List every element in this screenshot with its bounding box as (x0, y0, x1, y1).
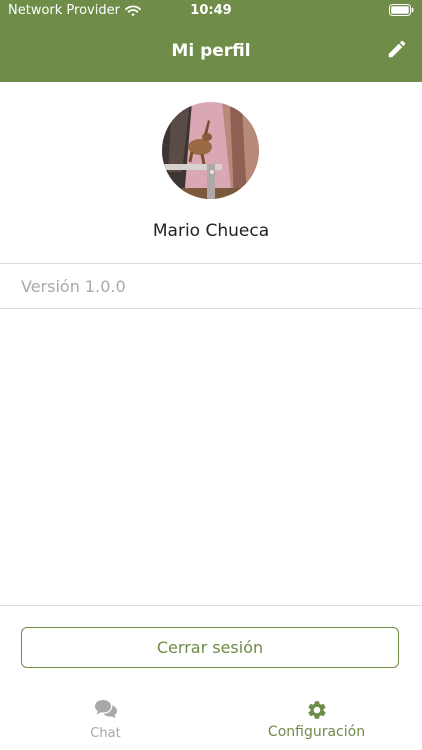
profile-avatar[interactable] (162, 102, 259, 199)
divider (0, 605, 422, 606)
status-time: 10:49 (190, 3, 232, 18)
user-name: Mario Chueca (152, 221, 270, 241)
tab-chat[interactable]: Chat (0, 690, 211, 750)
navigation-bar: Mi perfil (0, 22, 422, 82)
battery-full-icon (389, 4, 414, 16)
status-bar: Network Provider 10:49 (0, 0, 422, 22)
tab-chat-label: Chat (90, 726, 121, 741)
gear-icon (211, 699, 422, 721)
app-version: Versión 1.0.0 (21, 277, 126, 296)
tab-bar: Chat Configuración (0, 690, 422, 750)
version-row: Versión 1.0.0 (0, 264, 422, 308)
profile-screen: Network Provider 10:49 Mi perfil Mario C… (0, 0, 422, 750)
tab-settings-label: Configuración (267, 724, 366, 740)
tab-settings[interactable]: Configuración (211, 690, 422, 750)
chat-bubbles-icon (0, 699, 211, 719)
logout-button[interactable]: Cerrar sesión (21, 627, 399, 668)
page-title: Mi perfil (171, 41, 251, 61)
edit-profile-button[interactable] (384, 38, 410, 64)
app-header: Network Provider 10:49 Mi perfil (0, 0, 422, 82)
pencil-icon (386, 38, 408, 64)
divider (0, 308, 422, 309)
